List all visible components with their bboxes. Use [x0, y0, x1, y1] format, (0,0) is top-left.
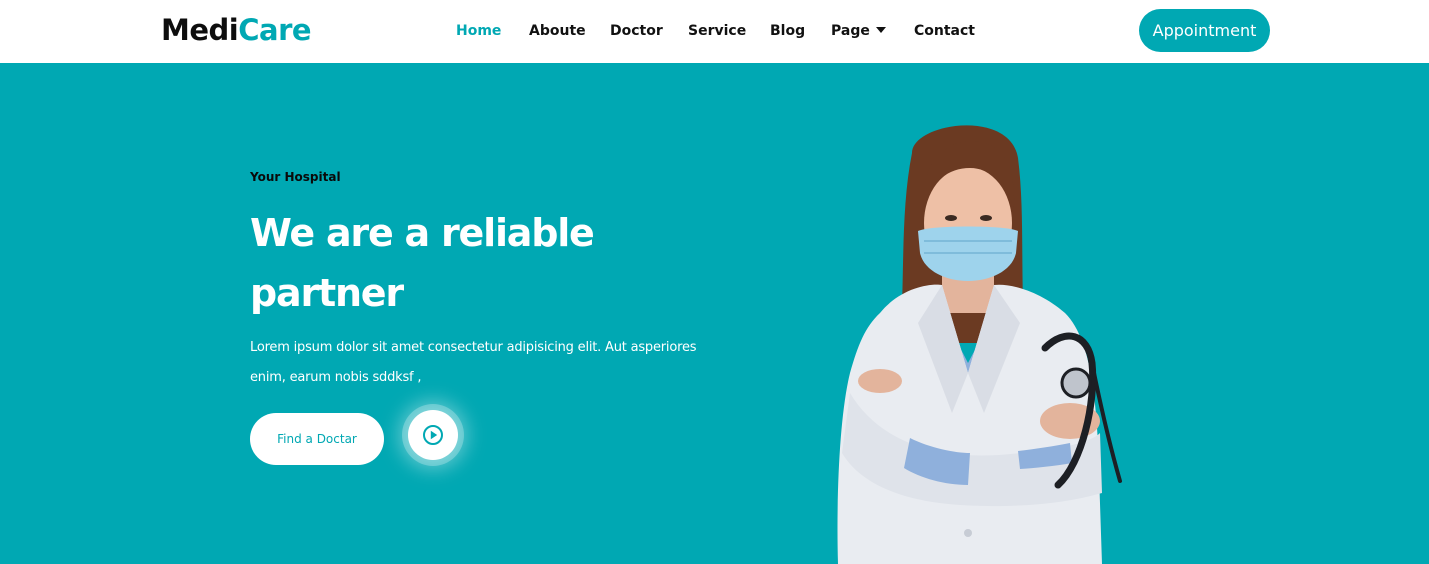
hero-description-line-1: Lorem ipsum dolor sit amet consectetur a… [250, 340, 697, 355]
nav-item-home[interactable]: Home [456, 20, 501, 42]
site-header: MediCare Home Aboute Doctor Service Blog… [0, 0, 1429, 63]
nav-item-aboute[interactable]: Aboute [529, 20, 586, 42]
hero-section: Your Hospital We are a reliable partner … [0, 63, 1429, 564]
hero-headline-line-1: We are a reliable [250, 211, 595, 255]
hero-description-line-2: enim, earum nobis sddksf , [250, 370, 422, 385]
nav-item-service[interactable]: Service [688, 20, 746, 42]
doctor-image [837, 125, 1122, 564]
play-video-button[interactable] [408, 410, 458, 460]
appointment-button[interactable]: Appointment [1139, 9, 1270, 52]
nav-item-blog[interactable]: Blog [770, 20, 805, 42]
chevron-down-icon [875, 27, 886, 33]
play-circle-icon [423, 425, 443, 445]
hero-headline-line-2: partner [250, 271, 404, 315]
nav-item-doctor[interactable]: Doctor [610, 20, 663, 42]
nav-item-contact[interactable]: Contact [914, 20, 975, 42]
hero-eyebrow: Your Hospital [250, 170, 341, 184]
nav-item-page-label: Page [831, 23, 870, 39]
hero-headline: We are a reliable partner [250, 203, 690, 323]
hero-description: Lorem ipsum dolor sit amet consectetur a… [250, 333, 730, 393]
find-doctor-button[interactable]: Find a Doctar [250, 413, 384, 465]
nav-item-page[interactable]: Page [831, 20, 886, 42]
